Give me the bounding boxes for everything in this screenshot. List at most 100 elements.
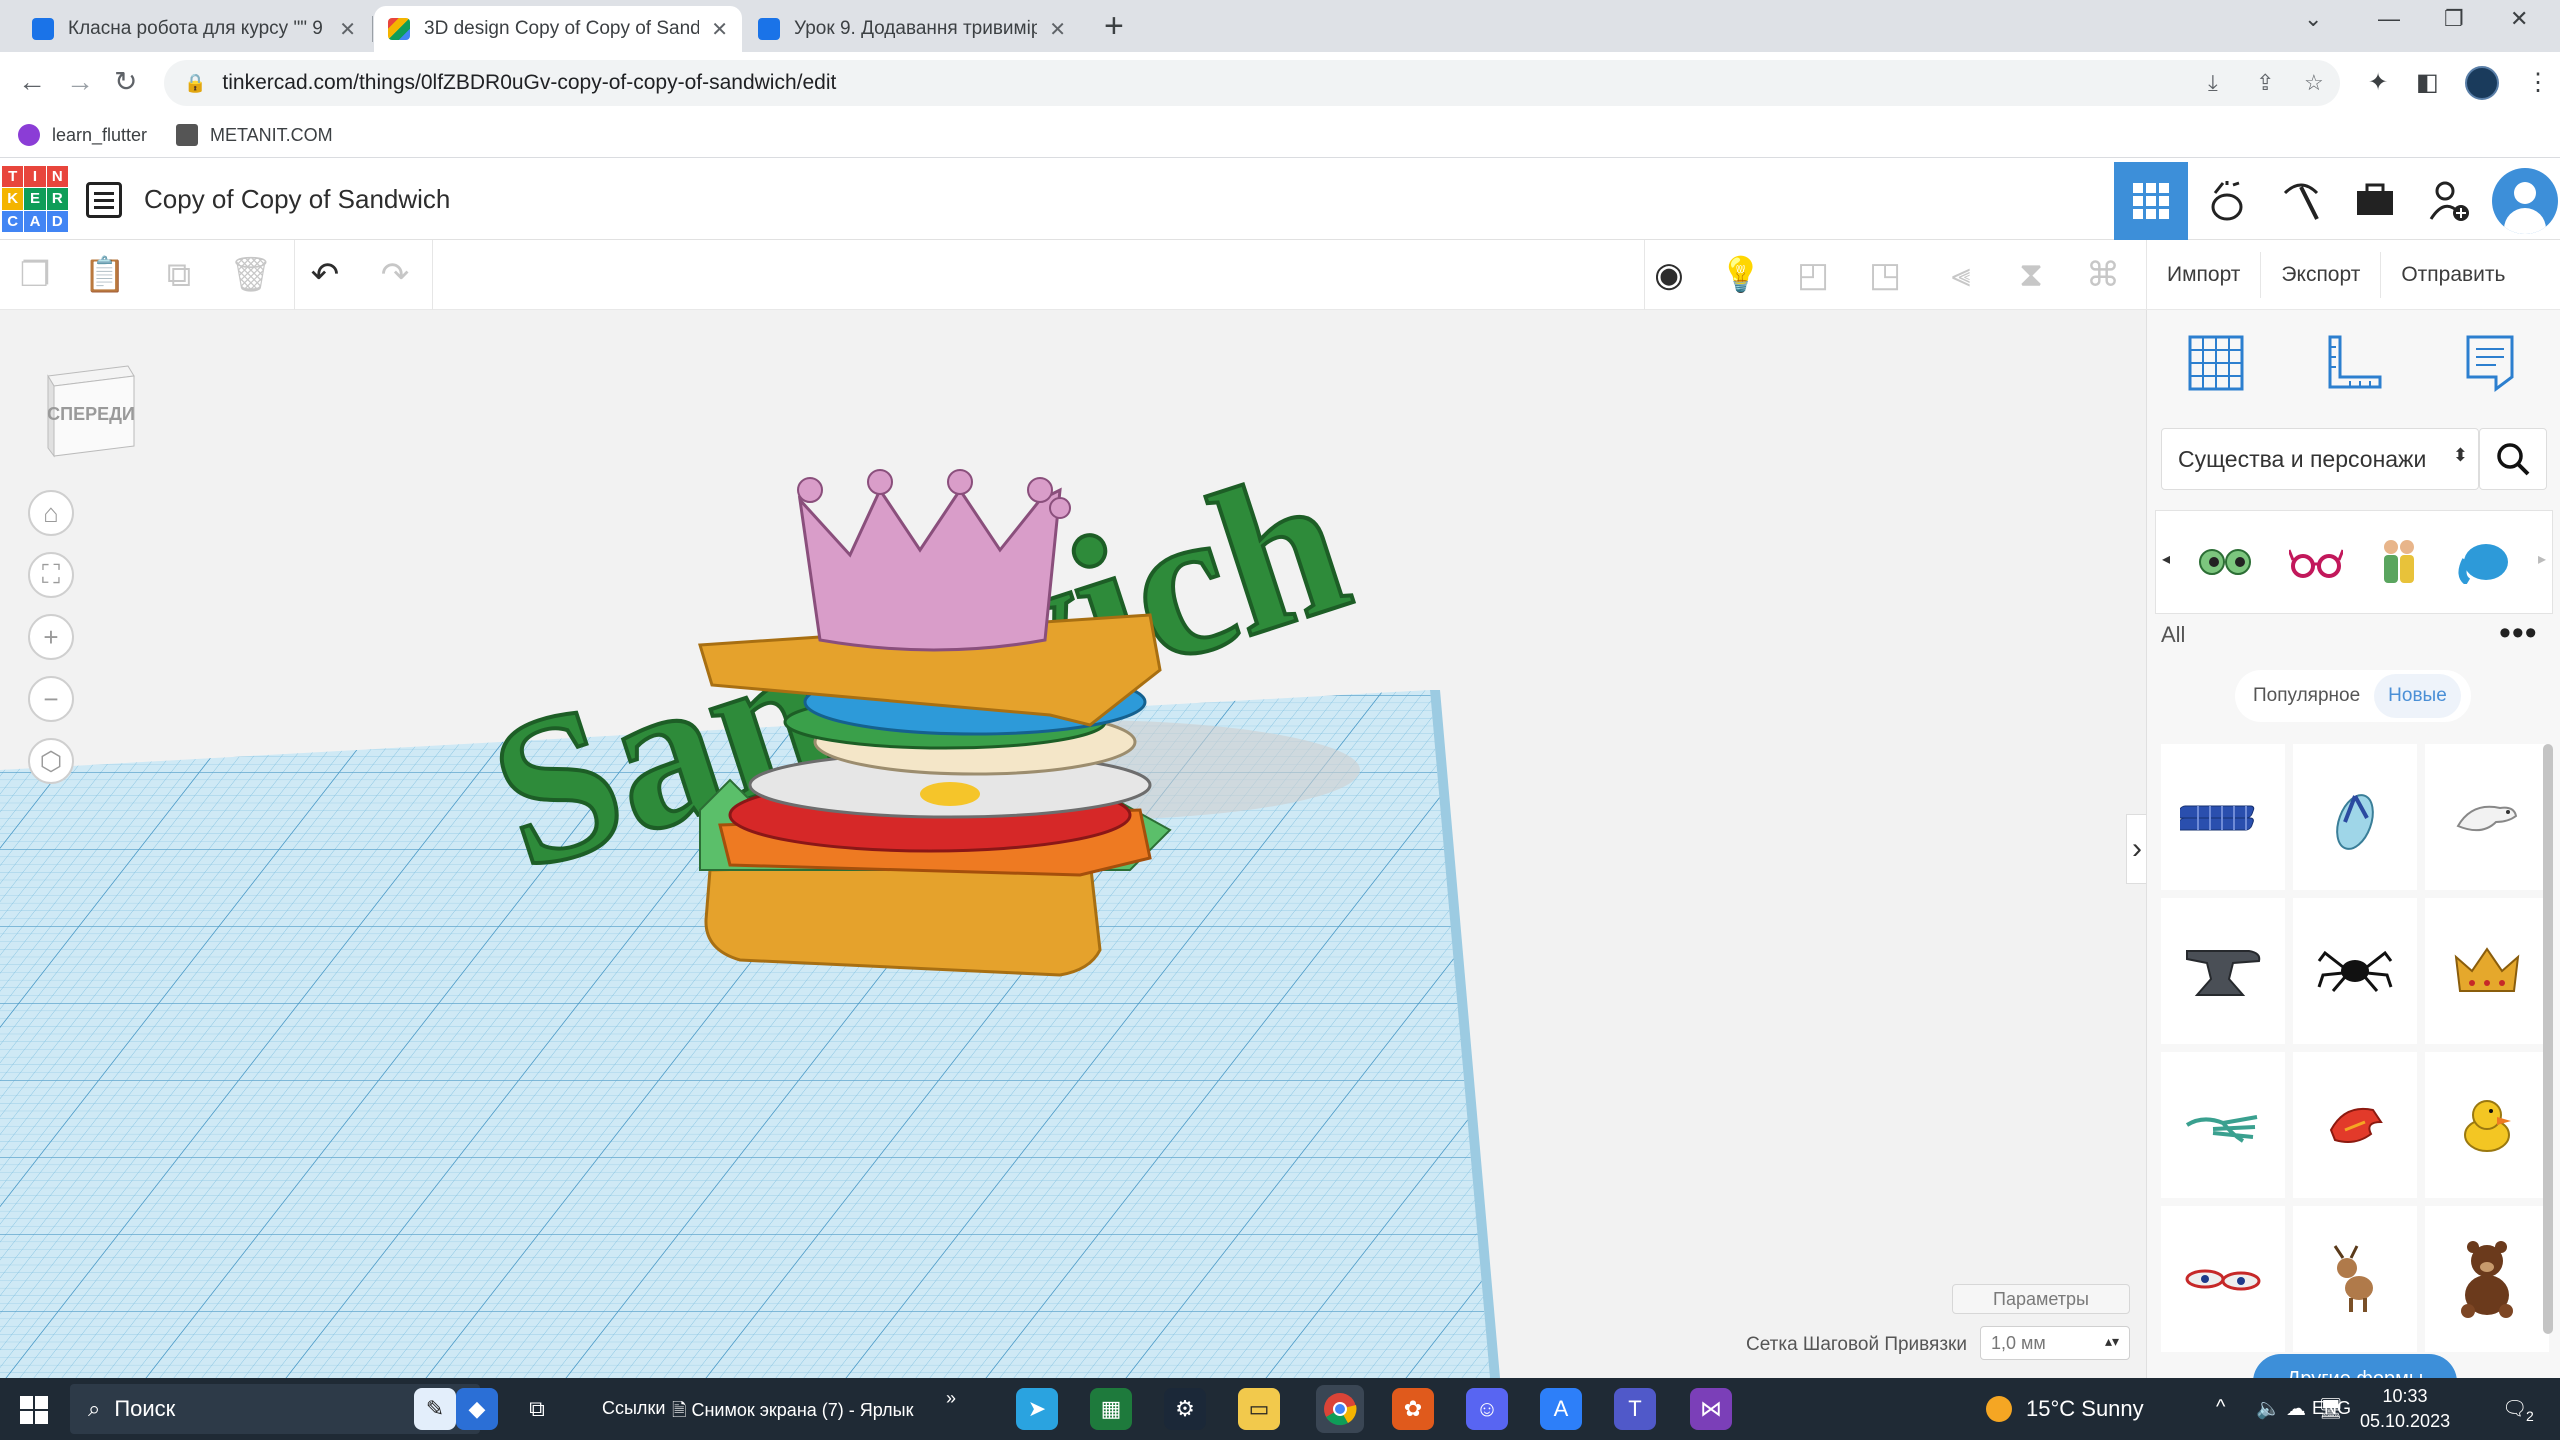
undo-icon[interactable]: ↶ bbox=[300, 250, 350, 300]
close-window-icon[interactable]: ✕ bbox=[2510, 6, 2528, 32]
projects-button[interactable] bbox=[2338, 162, 2412, 240]
notification-center-icon[interactable]: 🗨 bbox=[2502, 1396, 2527, 1421]
shape-tile[interactable] bbox=[2293, 744, 2417, 890]
collapse-panel-button[interactable]: › bbox=[2126, 814, 2146, 884]
bricks-button[interactable] bbox=[2264, 162, 2338, 240]
carousel-right-icon[interactable]: ▸ bbox=[2538, 549, 2546, 569]
more-options-icon[interactable]: ••• bbox=[2499, 614, 2538, 653]
perspective-toggle-icon[interactable]: ⬡ bbox=[28, 738, 74, 784]
windows-start-icon[interactable] bbox=[20, 1396, 48, 1424]
cloud-icon[interactable]: ☁ bbox=[2286, 1396, 2306, 1421]
widgets-icon[interactable]: ✎ bbox=[414, 1388, 456, 1430]
forward-icon[interactable]: → bbox=[66, 64, 94, 100]
notes-tool-button[interactable] bbox=[2455, 328, 2525, 398]
restore-icon[interactable]: ❐ bbox=[2444, 6, 2464, 32]
file-explorer-icon[interactable]: ▭ bbox=[1238, 1388, 1280, 1430]
people-figures-shape-icon[interactable] bbox=[2379, 537, 2419, 587]
chrome-profile-avatar[interactable] bbox=[2465, 66, 2499, 100]
toolbar-expand-icon[interactable]: » bbox=[946, 1388, 956, 1409]
delete-icon[interactable]: 🗑 bbox=[226, 250, 276, 300]
chrome-icon[interactable] bbox=[1316, 1385, 1364, 1433]
browser-tab-2-active[interactable]: 3D design Copy of Copy of Sandwich ✕ bbox=[374, 6, 742, 52]
ruler-tool-button[interactable] bbox=[2319, 328, 2389, 398]
paste-icon[interactable]: 📋 bbox=[80, 250, 130, 300]
steam-icon[interactable]: ⚙ bbox=[1164, 1388, 1206, 1430]
shape-tile[interactable] bbox=[2293, 1206, 2417, 1352]
bookmark-metanit[interactable]: METANIT.COM bbox=[176, 124, 333, 146]
links-toolbar-label[interactable]: Ссылки bbox=[602, 1398, 665, 1419]
shape-tile[interactable] bbox=[2425, 744, 2549, 890]
view-cube[interactable]: СПЕРЕДИ bbox=[38, 356, 138, 466]
tray-overflow-icon[interactable]: ^ bbox=[2216, 1396, 2225, 1419]
zoom-in-icon[interactable]: + bbox=[28, 614, 74, 660]
teams-icon[interactable]: T bbox=[1614, 1388, 1656, 1430]
close-tab-icon[interactable]: ✕ bbox=[339, 17, 356, 42]
volume-icon[interactable]: 🔈 bbox=[2256, 1396, 2281, 1421]
fit-view-icon[interactable]: ⛶ bbox=[28, 552, 74, 598]
panel-scrollbar[interactable] bbox=[2543, 744, 2553, 1334]
share-icon[interactable]: ⇪ bbox=[2256, 60, 2274, 106]
shape-tile[interactable] bbox=[2161, 898, 2285, 1044]
3d-design-view-button[interactable] bbox=[2114, 162, 2188, 240]
notes-visibility-icon[interactable]: ◉ bbox=[1644, 250, 1694, 300]
more-shapes-button[interactable]: Другие формы bbox=[2253, 1354, 2457, 1378]
tab-search-icon[interactable]: ⌄ bbox=[2304, 6, 2322, 32]
send-to-button[interactable]: Отправить bbox=[2381, 252, 2525, 298]
visual-studio-icon[interactable]: ⋈ bbox=[1690, 1388, 1732, 1430]
chrome-menu-icon[interactable]: ⋮ bbox=[2526, 68, 2550, 97]
carousel-left-icon[interactable]: ◂ bbox=[2162, 549, 2170, 569]
extensions-icon[interactable]: ✦ bbox=[2368, 68, 2388, 97]
excel-icon[interactable]: ▦ bbox=[1090, 1388, 1132, 1430]
workplane-tool-button[interactable] bbox=[2181, 328, 2251, 398]
browser-tab-3[interactable]: Урок 9. Додавання тривимірних ✕ bbox=[744, 6, 1080, 52]
shape-category-select[interactable]: Существа и персонажи ⬍ bbox=[2161, 428, 2479, 490]
side-panel-icon[interactable]: ◧ bbox=[2416, 68, 2439, 97]
shape-tile[interactable] bbox=[2293, 1052, 2417, 1198]
home-view-icon[interactable]: ⌂ bbox=[28, 490, 74, 536]
weather-widget[interactable]: 15°C Sunny bbox=[1986, 1396, 2144, 1422]
zoom-out-icon[interactable]: − bbox=[28, 676, 74, 722]
3d-workplane-viewport[interactable]: Sandwich СПЕРЕДИ ⌂ bbox=[0, 310, 2146, 1378]
sandwich-3d-model[interactable]: Sandwich bbox=[0, 310, 2146, 1378]
system-clock[interactable]: 10:33 05.10.2023 bbox=[2360, 1384, 2450, 1434]
shape-tile[interactable] bbox=[2425, 898, 2549, 1044]
back-icon[interactable]: ← bbox=[18, 64, 46, 100]
redo-icon[interactable]: ↷ bbox=[370, 250, 420, 300]
duplicate-icon[interactable]: ⧉ bbox=[154, 250, 204, 300]
close-tab-icon[interactable]: ✕ bbox=[1049, 17, 1066, 42]
bookmark-star-icon[interactable]: ☆ bbox=[2304, 60, 2324, 106]
tab-popular[interactable]: Популярное bbox=[2239, 674, 2374, 718]
blocks-button[interactable] bbox=[2190, 162, 2264, 240]
design-title[interactable]: Copy of Copy of Sandwich bbox=[144, 184, 450, 215]
copy-icon[interactable]: ❐ bbox=[10, 250, 60, 300]
shape-tile[interactable] bbox=[2161, 744, 2285, 890]
install-app-icon[interactable]: ⤓ bbox=[2208, 60, 2218, 106]
close-tab-icon[interactable]: ✕ bbox=[711, 17, 728, 42]
cruise-icon[interactable]: ⌘ bbox=[2078, 250, 2128, 300]
shape-tile[interactable] bbox=[2161, 1206, 2285, 1352]
ungroup-icon[interactable]: ◳ bbox=[1860, 250, 1910, 300]
shape-tile[interactable] bbox=[2293, 898, 2417, 1044]
import-button[interactable]: Импорт bbox=[2147, 251, 2262, 298]
minimize-icon[interactable]: — bbox=[2378, 6, 2400, 32]
telegram-icon[interactable]: ➤ bbox=[1016, 1388, 1058, 1430]
googly-eyes-shape-icon[interactable] bbox=[2198, 542, 2252, 582]
tinkercad-logo[interactable]: T I N K E R C A D bbox=[2, 166, 68, 232]
discord-icon[interactable]: ☺ bbox=[1466, 1388, 1508, 1430]
group-icon[interactable]: ◰ bbox=[1788, 250, 1838, 300]
glasses-shape-icon[interactable] bbox=[2288, 542, 2343, 582]
lock-icon[interactable]: 🔒 bbox=[184, 73, 206, 94]
app-store-icon[interactable]: A bbox=[1540, 1388, 1582, 1430]
shape-tile[interactable] bbox=[2425, 1052, 2549, 1198]
pinned-app-icon[interactable]: ◆ bbox=[456, 1388, 498, 1430]
fl-studio-icon[interactable]: ✿ bbox=[1392, 1388, 1434, 1430]
design-menu-icon[interactable] bbox=[86, 182, 122, 218]
browser-tab-1[interactable]: Класна робота для курсу "" 9 - ✕ bbox=[18, 6, 370, 52]
new-tab-button[interactable]: + bbox=[1104, 8, 1124, 44]
task-view-icon[interactable]: ⧉ bbox=[516, 1388, 558, 1430]
shape-tile[interactable] bbox=[2161, 1052, 2285, 1198]
shape-tile[interactable] bbox=[2425, 1206, 2549, 1352]
user-avatar[interactable] bbox=[2492, 168, 2558, 234]
light-bulb-icon[interactable]: 💡 bbox=[1716, 250, 1766, 300]
export-button[interactable]: Экспорт bbox=[2261, 251, 2382, 298]
